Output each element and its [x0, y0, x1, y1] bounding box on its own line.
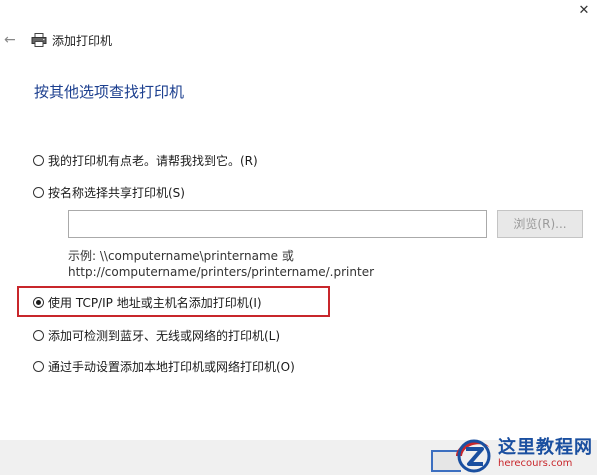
option-manual-local-printer[interactable]: 通过手动设置添加本地打印机或网络打印机(O)	[33, 357, 295, 375]
option-label: 通过手动设置添加本地打印机或网络打印机(O)	[48, 359, 295, 374]
browse-button[interactable]: 浏览(R)...	[497, 210, 583, 238]
example-text: 示例: \\computername\printername 或 http://…	[68, 248, 374, 280]
radio-button[interactable]	[33, 186, 44, 198]
option-tcpip-printer[interactable]: 使用 TCP/IP 地址或主机名添加打印机(I)	[33, 293, 262, 311]
back-arrow-icon[interactable]: ←	[4, 32, 20, 48]
watermark-url: herecours.com	[498, 458, 573, 469]
example-line: 示例: \\computername\printername 或	[68, 249, 294, 263]
radio-button[interactable]	[33, 296, 44, 308]
page-heading: 按其他选项查找打印机	[34, 83, 185, 101]
window-title: 添加打印机	[52, 34, 113, 48]
option-label: 使用 TCP/IP 地址或主机名添加打印机(I)	[48, 295, 262, 310]
radio-button[interactable]	[33, 329, 44, 341]
shared-printer-name-input[interactable]	[68, 210, 487, 238]
watermark-logo-icon	[456, 439, 491, 472]
close-icon[interactable]: ✕	[575, 2, 593, 20]
add-printer-window: ✕ ← 添加打印机 按其他选项查找打印机 我的打印机有点老。请帮我找到它。(R)…	[0, 0, 597, 475]
radio-button[interactable]	[33, 360, 44, 372]
watermark-main: 这里教程网	[498, 437, 593, 458]
option-shared-printer[interactable]: 按名称选择共享打印机(S)	[33, 183, 185, 201]
option-label: 我的打印机有点老。请帮我找到它。(R)	[48, 153, 258, 168]
radio-button[interactable]	[33, 154, 44, 166]
example-line: http://computername/printers/printername…	[68, 265, 375, 279]
watermark: 这里教程网 herecours.com	[452, 432, 597, 475]
watermark-text: 这里教程网 herecours.com	[498, 437, 593, 470]
option-old-printer[interactable]: 我的打印机有点老。请帮我找到它。(R)	[33, 151, 258, 169]
option-label: 添加可检测到蓝牙、无线或网络的打印机(L)	[48, 328, 281, 343]
printer-icon	[31, 33, 47, 47]
option-bluetooth-wireless-printer[interactable]: 添加可检测到蓝牙、无线或网络的打印机(L)	[33, 326, 280, 344]
option-label: 按名称选择共享打印机(S)	[48, 185, 185, 200]
